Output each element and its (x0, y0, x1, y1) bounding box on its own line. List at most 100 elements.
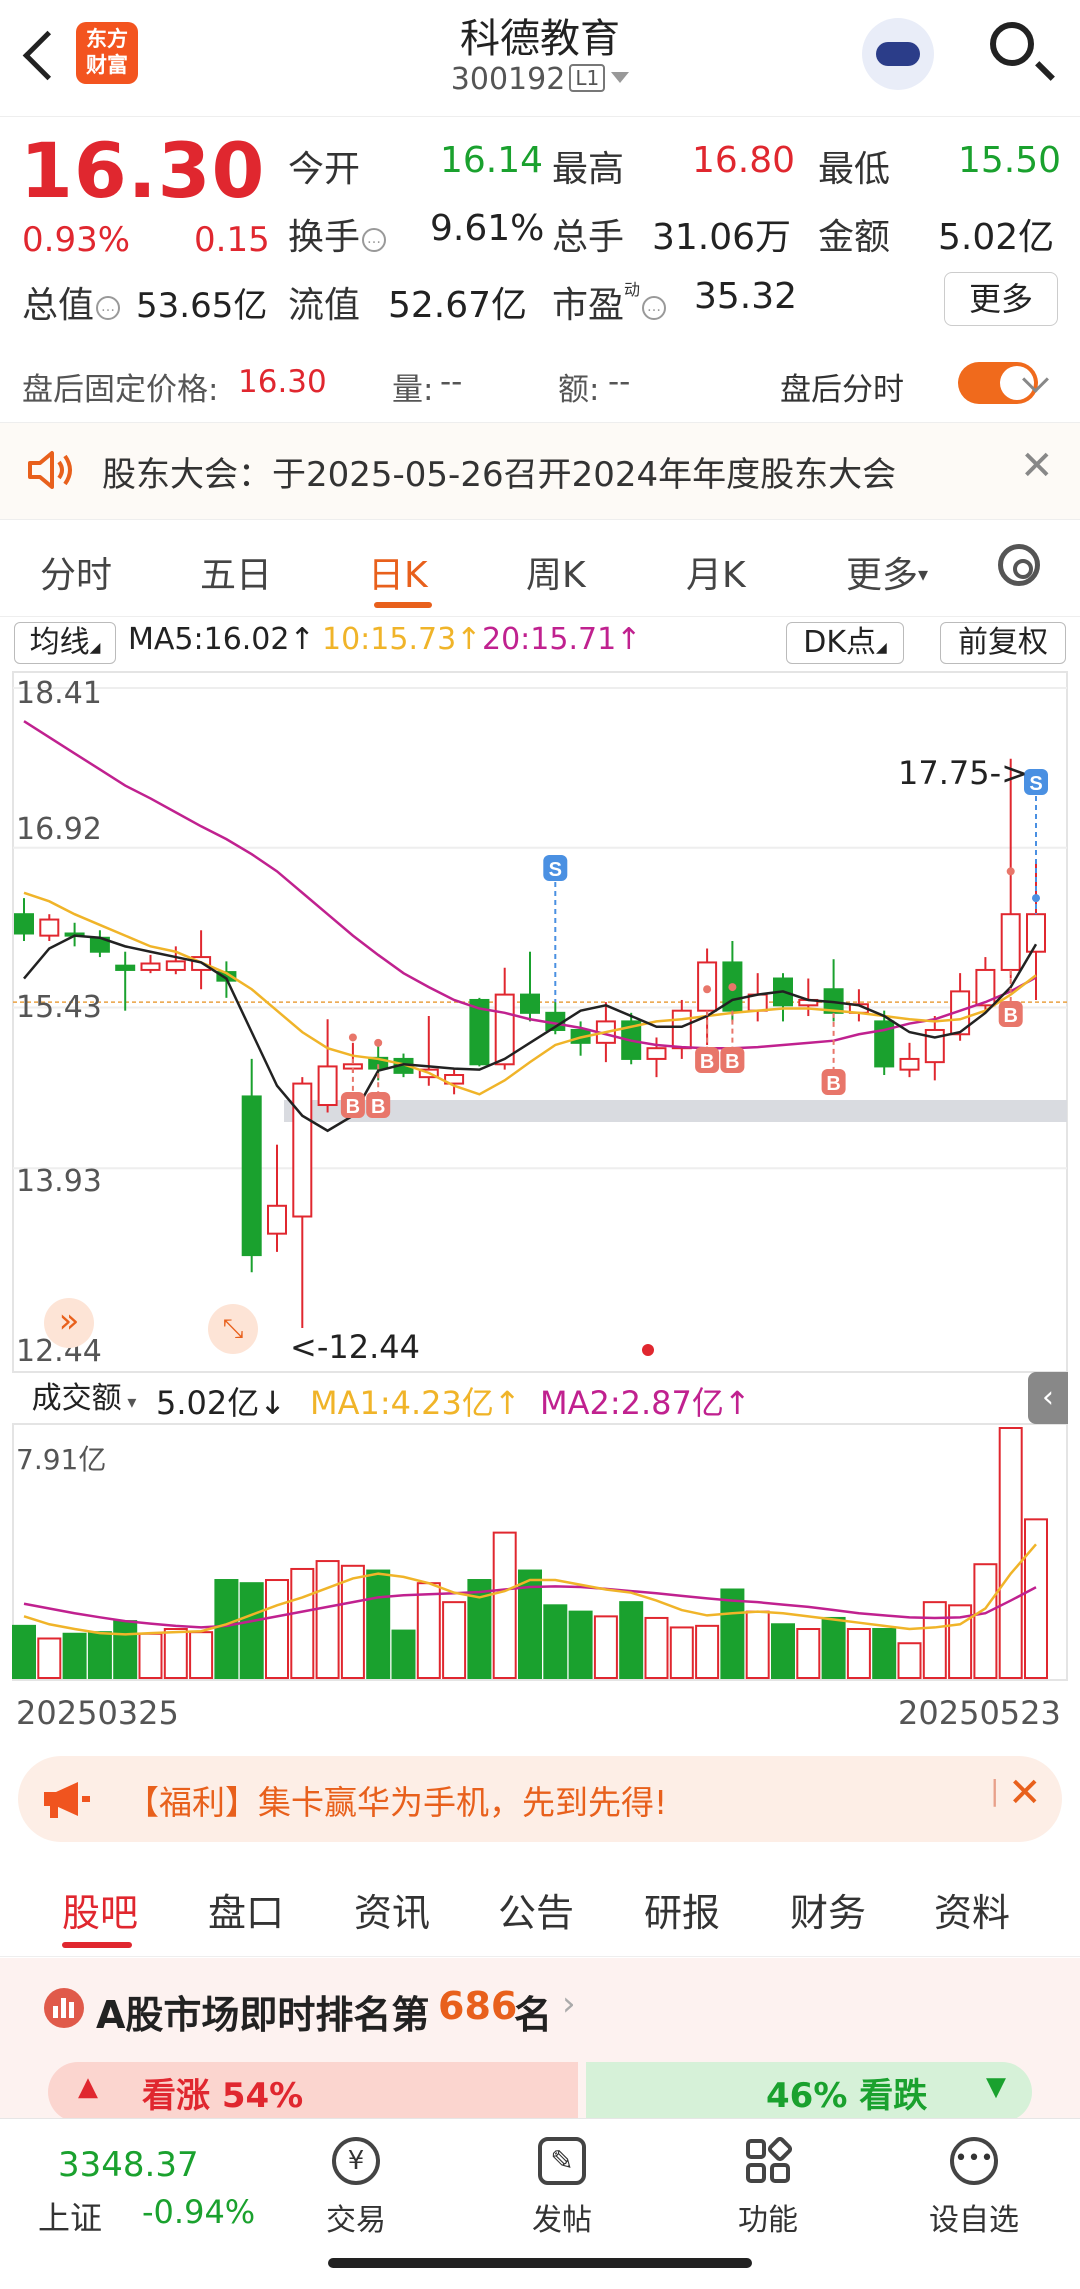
volume-bar (416, 1582, 441, 1679)
volume-bar (138, 1632, 163, 1679)
rank-suffix: 名 (514, 1993, 553, 2037)
dk-point-selector[interactable]: DK点◢ (786, 622, 904, 664)
bear-bar[interactable]: 46% 看跌 ▼ (586, 2062, 1032, 2122)
stock-code-selector[interactable]: 300192 L1 (340, 62, 740, 97)
tab-daily-k[interactable]: 日K (368, 546, 428, 598)
gear-icon[interactable] (998, 544, 1040, 586)
fullscreen-icon[interactable]: ⤡ (208, 1304, 258, 1354)
volume-bar (12, 1624, 36, 1680)
after-hours-vol: -- (440, 364, 463, 400)
turnover-value: 9.61% (430, 208, 545, 249)
signal-dot (374, 1038, 383, 1047)
volume-bar (1024, 1518, 1048, 1680)
tab-orderbook[interactable]: 盘口 (208, 1882, 284, 1937)
pe-label[interactable]: 市盈动… (552, 276, 667, 328)
back-arrow-icon[interactable] (22, 30, 73, 81)
expand-panel-icon[interactable]: » (44, 1298, 94, 1348)
active-tab-underline (374, 602, 432, 608)
volume-bar (771, 1623, 795, 1680)
market-cap-label[interactable]: 总值… (22, 276, 121, 328)
info-icon: … (362, 228, 387, 252)
ma-selector[interactable]: 均线◢ (14, 622, 116, 664)
volume-bar (315, 1560, 340, 1680)
tab-guba[interactable]: 股吧 (62, 1882, 138, 1937)
turnover-label[interactable]: 换手… (288, 208, 387, 260)
tab-more[interactable]: 更多▾ (846, 546, 928, 598)
pe-label-text: 市盈 (552, 285, 625, 326)
nav-trade[interactable]: ¥ 交易 (296, 2137, 416, 2239)
low-value: 15.50 (958, 140, 1062, 181)
volume-bar (872, 1628, 897, 1679)
top-bar: 东方 财富 科德教育 300192 L1 (0, 0, 1080, 117)
tab-monthly-k[interactable]: 月K (686, 546, 746, 598)
volume-bar (669, 1626, 694, 1679)
speaker-icon (28, 451, 72, 489)
float-cap-label: 流值 (288, 285, 361, 326)
volume-bar (391, 1629, 416, 1680)
signal-dot (348, 1033, 357, 1042)
y-tick: 13.93 (16, 1164, 102, 1199)
kline-chart[interactable]: B BB BBBSS (0, 668, 1080, 1718)
promo-banner[interactable]: 【福利】集卡赢华为手机，先到先得! | ✕ (18, 1756, 1062, 1842)
volume-bar (745, 1610, 770, 1679)
signal-marks: B BB BBBSS (340, 769, 1048, 1118)
signal-dot (1032, 894, 1040, 903)
dk-label: DK点 (803, 625, 876, 660)
banner-text: 【福利】集卡赢华为手机，先到先得! (126, 1783, 668, 1822)
tab-timeshare[interactable]: 分时 (40, 546, 112, 598)
open-label: 今开 (288, 149, 361, 190)
info-icon: … (642, 296, 667, 320)
adjust-button[interactable]: 前复权 (940, 622, 1066, 664)
volume-bar (846, 1628, 871, 1679)
home-indicator (328, 2258, 752, 2268)
tab-weekly-k[interactable]: 周K (526, 546, 586, 598)
nav-post[interactable]: ✎ 发帖 (502, 2137, 622, 2239)
tab-profile[interactable]: 资料 (934, 1882, 1010, 1937)
dropdown-arrow-icon (611, 72, 630, 83)
candle-body (1000, 913, 1021, 971)
buy-signal-marker: B (340, 1092, 365, 1118)
tab-news[interactable]: 资讯 (354, 1882, 430, 1937)
y-tick: 16.92 (16, 812, 102, 847)
low-annotation: <-12.44 (290, 1328, 420, 1366)
candle-body (671, 1009, 692, 1050)
low-label: 最低 (818, 149, 891, 190)
close-icon[interactable]: ✕ (1008, 1770, 1042, 1816)
nav-add-watchlist[interactable]: ••• 设自选 (914, 2137, 1034, 2239)
index-change[interactable]: -0.94% (142, 2193, 255, 2231)
volume-selector[interactable]: 成交额 ▾ (14, 1378, 154, 1420)
tab-announcements[interactable]: 公告 (498, 1882, 574, 1937)
volume-bar (214, 1579, 239, 1680)
volume-bar (62, 1632, 87, 1679)
index-name[interactable]: 上证 (38, 2193, 102, 2239)
edit-icon: ✎ (538, 2137, 586, 2185)
volume-ma1: MA1:4.23亿↑ (310, 1384, 521, 1422)
candle-body (520, 993, 540, 1014)
signal-dot (703, 985, 712, 994)
collapse-panel-icon[interactable]: ‹ (1028, 1372, 1068, 1424)
assistant-robot-icon[interactable] (862, 18, 934, 90)
tab-research[interactable]: 研报 (644, 1882, 720, 1937)
volume-bar (113, 1620, 138, 1679)
volume-bar (593, 1615, 618, 1679)
notice-bar[interactable]: 股东大会：于2025-05-26召开2024年年度股东大会 ✕ (0, 422, 1080, 520)
tab-five-day[interactable]: 五日 (200, 546, 272, 598)
more-button[interactable]: 更多 (944, 272, 1058, 326)
signal-letter: S (549, 859, 562, 881)
caret-icon: ◢ (89, 640, 101, 656)
signal-letter: B (826, 1073, 840, 1095)
volume-label: 总手 (552, 217, 625, 258)
ma10-value: 10:15.73↑ (322, 622, 482, 657)
date-axis-start: 20250325 (16, 1694, 179, 1732)
index-value[interactable]: 3348.37 (58, 2145, 199, 2185)
bull-bar[interactable]: ▲ 看涨 54% (48, 2062, 578, 2122)
candle-body (165, 960, 186, 971)
market-rank-card[interactable]: A股市场即时排名第 686 名 › ▲ 看涨 54% 46% 看跌 ▼ (0, 1958, 1080, 2122)
buy-signal-marker: B (998, 1001, 1023, 1027)
yen-icon: ¥ (332, 2137, 380, 2185)
search-icon[interactable] (990, 22, 1034, 66)
current-price: 16.30 (20, 126, 266, 215)
close-icon[interactable]: ✕ (1020, 443, 1054, 489)
tab-finance[interactable]: 财务 (790, 1882, 866, 1937)
nav-functions[interactable]: 功能 (708, 2136, 828, 2239)
